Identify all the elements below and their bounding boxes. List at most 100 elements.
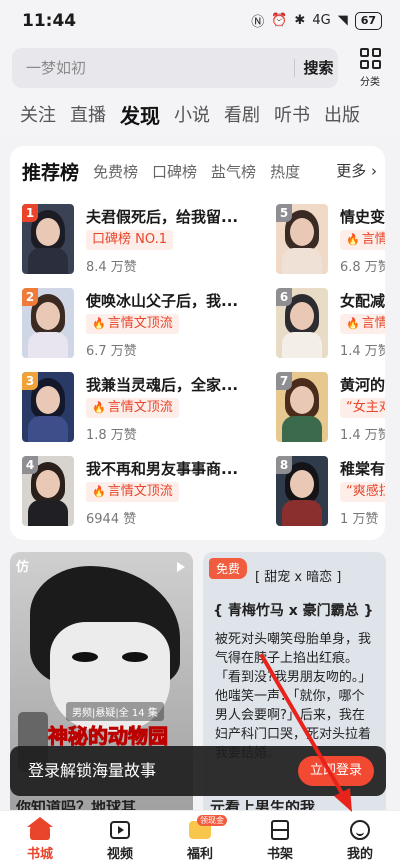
grid-icon (359, 48, 381, 69)
flame-icon: 🔥 (92, 485, 106, 498)
nav-label: 视频 (106, 847, 133, 862)
book-title: 情史变蹊 (340, 208, 385, 226)
rank-number: 4 (22, 456, 38, 474)
flame-icon: 🔥 (92, 317, 106, 330)
profile-icon (350, 820, 370, 840)
tab-publish[interactable]: 出版 (324, 101, 360, 127)
nav-label: 福利 (186, 847, 213, 862)
search-input[interactable]: 一梦如初 (12, 48, 282, 88)
status-bar: 11:44 Ⓝ ⏰ ✱ 4G ◥ 67 (0, 0, 400, 44)
video-icon (110, 821, 130, 839)
tab-follow[interactable]: 关注 (20, 101, 56, 127)
rank-number: 8 (276, 456, 292, 474)
tab-novel[interactable]: 小说 (174, 101, 210, 127)
manga-meta: 男频|悬疑|全 14 集 (66, 702, 164, 721)
book-tag: “女主对 (340, 398, 385, 418)
gift-icon: 领现金 (189, 815, 227, 839)
ranking-title: 推荐榜 (22, 161, 80, 184)
book-item-4[interactable]: 4 我不再和男友事事商... 🔥 言情文顶流 6944 赞 (22, 456, 272, 528)
book-title: 使唤冰山父子后，我... (86, 292, 239, 310)
book-title: 稚棠有主 (340, 460, 385, 478)
manga-title: 神秘的动物园 (48, 724, 169, 749)
book-item-6[interactable]: 6 女配减肥 🔥言情 1.4 万赞 (276, 288, 385, 360)
chevron-right-icon: › (371, 162, 377, 180)
category-button[interactable]: 分类 (350, 46, 390, 90)
book-likes: 1 万赞 (340, 512, 379, 527)
rank-number: 6 (276, 288, 292, 306)
book-cover: 1 (22, 204, 74, 274)
tab-audiobook[interactable]: 听书 (274, 101, 310, 127)
book-item-1[interactable]: 1 夫君假死后，给我留... 口碑榜 NO.1 8.4 万赞 (22, 204, 272, 276)
book-title: 我兼当灵魂后，全家... (86, 376, 239, 394)
rank-number: 7 (276, 372, 292, 390)
book-item-2[interactable]: 2 使唤冰山父子后，我... 🔥 言情文顶流 6.7 万赞 (22, 288, 272, 360)
status-time: 11:44 (22, 11, 77, 31)
search-row: 一梦如初 搜索 分类 (0, 44, 400, 94)
book-cover: 2 (22, 288, 74, 358)
nav-welfare[interactable]: 领现金 福利 (160, 811, 240, 866)
rank-number: 3 (22, 372, 38, 390)
top-tabs: 关注 直播 发现 小说 看剧 听书 出版 (0, 94, 400, 134)
login-banner: 登录解锁海量故事 立即登录 (10, 746, 386, 796)
book-item-3[interactable]: 3 我兼当灵魂后，全家... 🔥 言情文顶流 1.8 万赞 (22, 372, 272, 444)
ranking-more-label: 更多 (336, 162, 367, 180)
book-likes: 1.4 万赞 (340, 344, 385, 359)
book-likes: 6.8 万赞 (340, 260, 385, 275)
book-tag: 🔥 言情文顶流 (86, 314, 179, 334)
story-subtags: { 青梅竹马 x 豪门霸总 } (213, 603, 374, 619)
status-icons: Ⓝ ⏰ ✱ 4G ◥ 67 (251, 11, 382, 30)
imitation-badge: 仿 (16, 560, 30, 575)
bookshelf-icon (271, 820, 289, 840)
book-cover: 5 (276, 204, 328, 274)
search-divider (294, 59, 295, 77)
battery-indicator: 67 (354, 11, 382, 30)
nav-bookstore[interactable]: 书城 (0, 811, 80, 866)
nav-bookshelf[interactable]: 书架 (240, 811, 320, 866)
book-item-7[interactable]: 7 黄河的女 “女主对 1.4 万赞 (276, 372, 385, 444)
book-cover: 7 (276, 372, 328, 442)
book-likes: 1.8 万赞 (86, 428, 137, 443)
ranking-tab-reputation[interactable]: 口碑榜 (152, 161, 197, 182)
book-cover: 4 (22, 456, 74, 526)
nav-video[interactable]: 视频 (80, 811, 160, 866)
ranking-tab-free[interactable]: 免费榜 (93, 161, 138, 182)
nav-label: 我的 (346, 847, 373, 862)
category-label: 分类 (360, 77, 380, 88)
book-item-5[interactable]: 5 情史变蹊 🔥言情 6.8 万赞 (276, 204, 385, 276)
book-cover: 3 (22, 372, 74, 442)
login-button[interactable]: 立即登录 (297, 756, 374, 786)
nav-profile[interactable]: 我的 (320, 811, 400, 866)
book-likes: 8.4 万赞 (86, 260, 137, 275)
rank-number: 5 (276, 204, 292, 222)
signal-icon: 4G (312, 13, 331, 28)
tab-drama[interactable]: 看剧 (224, 101, 260, 127)
ranking-more-button[interactable]: 更多 › (324, 156, 385, 186)
nav-label: 书城 (26, 847, 53, 862)
book-likes: 1.4 万赞 (340, 428, 385, 443)
cash-badge: 领现金 (197, 815, 227, 826)
book-tag: 🔥 言情文顶流 (86, 398, 179, 418)
free-badge: 免费 (209, 558, 248, 579)
bottom-nav: 书城 视频 领现金 福利 书架 我的 (0, 810, 400, 866)
book-title: 黄河的女 (340, 376, 385, 394)
book-cover: 8 (276, 456, 328, 526)
tab-live[interactable]: 直播 (70, 101, 106, 127)
tab-discover[interactable]: 发现 (120, 100, 160, 129)
ranking-tab-salt[interactable]: 盐气榜 (211, 161, 256, 182)
story-excerpt: 被死对头嘲笑母胎单身，我气得在脖子上掐出红痕。「看到没?我男朋友吻的。」他嗤笑一… (215, 632, 372, 761)
book-likes: 6.7 万赞 (86, 344, 137, 359)
login-banner-text: 登录解锁海量故事 (28, 761, 157, 780)
book-item-8[interactable]: 8 稚棠有主 “爽感拉 1 万赞 (276, 456, 385, 528)
book-tag: 口碑榜 NO.1 (86, 230, 173, 250)
book-title: 夫君假死后，给我留... (86, 208, 239, 226)
flame-icon: 🔥 (92, 401, 106, 414)
flame-icon: 🔥 (346, 233, 360, 246)
book-tag: 🔥 言情文顶流 (86, 482, 179, 502)
rank-number: 2 (22, 288, 38, 306)
search-button[interactable]: 搜索 (299, 48, 338, 88)
ranking-tab-hot[interactable]: 热度 (270, 161, 300, 182)
home-icon (27, 817, 53, 840)
nfc-icon: Ⓝ (251, 15, 265, 30)
book-title: 女配减肥 (340, 292, 385, 310)
book-cover: 6 (276, 288, 328, 358)
